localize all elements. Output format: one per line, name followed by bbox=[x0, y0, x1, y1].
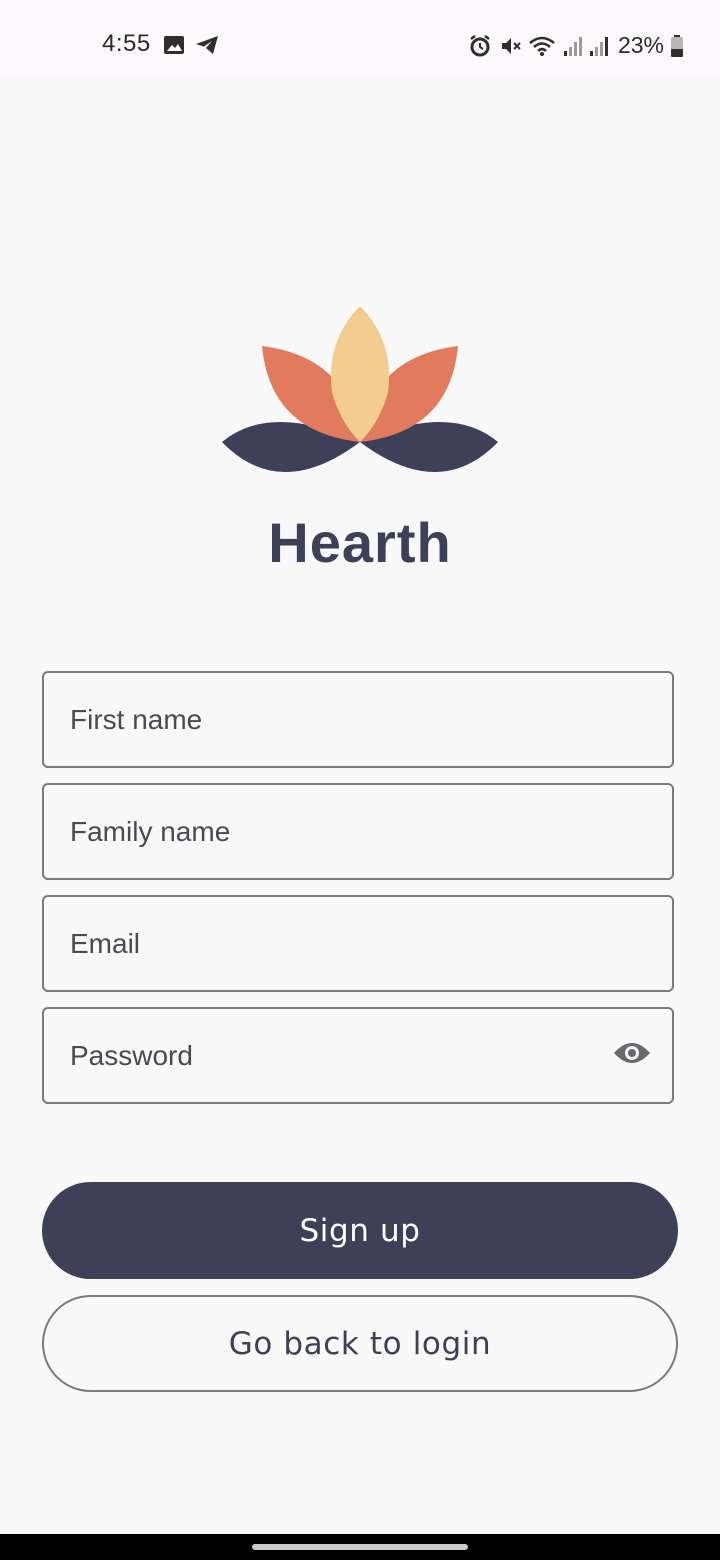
hearth-logo bbox=[220, 302, 500, 477]
image-icon bbox=[163, 34, 185, 56]
status-bar: 4:55 23% bbox=[0, 0, 720, 78]
navigation-bar bbox=[0, 1534, 720, 1560]
go-back-to-login-button[interactable]: Go back to login bbox=[42, 1295, 678, 1392]
status-left-icons bbox=[163, 34, 219, 56]
email-input[interactable] bbox=[44, 897, 672, 990]
signal-icon bbox=[562, 35, 582, 57]
first-name-input[interactable] bbox=[44, 673, 672, 766]
app-name: Hearth bbox=[268, 511, 452, 574]
status-right: 23% bbox=[468, 32, 684, 59]
wifi-icon bbox=[528, 34, 556, 58]
family-name-input[interactable] bbox=[44, 785, 672, 878]
show-password-eye-icon[interactable] bbox=[612, 1039, 652, 1072]
home-gesture-handle[interactable] bbox=[252, 1544, 468, 1550]
telegram-icon bbox=[195, 34, 219, 56]
family-name-field[interactable] bbox=[42, 783, 674, 880]
sign-up-button[interactable]: Sign up bbox=[42, 1182, 678, 1279]
signal-icon bbox=[588, 35, 608, 57]
alarm-icon bbox=[468, 34, 492, 58]
password-field[interactable] bbox=[42, 1007, 674, 1104]
first-name-field[interactable] bbox=[42, 671, 674, 768]
password-input[interactable] bbox=[44, 1009, 672, 1102]
battery-icon bbox=[670, 34, 684, 58]
status-time: 4:55 bbox=[102, 30, 151, 57]
mute-icon bbox=[498, 34, 522, 58]
email-field[interactable] bbox=[42, 895, 674, 992]
battery-percent: 23% bbox=[617, 32, 664, 58]
